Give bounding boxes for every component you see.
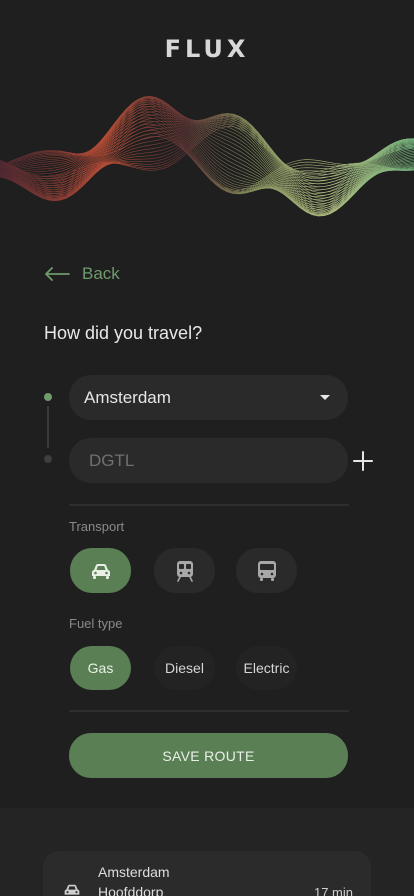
train-icon [176,560,193,582]
divider [69,710,349,712]
transport-car-button[interactable] [70,548,131,593]
route-connector [47,406,49,448]
add-stop-icon[interactable] [350,448,376,474]
origin-value: Amsterdam [84,387,171,407]
origin-dot [44,393,52,401]
transport-train-button[interactable] [154,548,215,593]
destination-dot [44,455,52,463]
fuel-gas-label: Gas [87,660,114,676]
caret-down-icon [320,395,330,400]
origin-select[interactable]: Amsterdam [69,375,348,420]
decorative-waves [0,95,414,217]
app-logo: FLUX [164,35,250,63]
route-duration: 17 min [313,885,353,896]
bus-icon [257,560,276,581]
destination-field[interactable] [69,438,348,483]
arrow-left-icon [45,267,70,281]
destination-input[interactable] [89,450,329,471]
back-button[interactable]: Back [44,264,120,284]
fuel-diesel-label: Diesel [165,660,204,676]
saved-route-card[interactable]: Amsterdam Hoofddorp 17 min [43,851,371,896]
wave-line [0,113,414,195]
save-route-button[interactable]: SAVE ROUTE [69,733,348,778]
car-icon [64,884,80,895]
fuel-electric-button[interactable]: Electric [236,646,297,690]
car-icon [91,563,110,579]
fuel-electric-label: Electric [243,660,290,676]
transport-bus-button[interactable] [236,548,297,593]
fuel-type-label: Fuel type [69,616,123,631]
back-label: Back [82,264,120,283]
route-destination: Hoofddorp [98,884,164,896]
divider [69,504,349,506]
route-origin: Amsterdam [98,864,170,880]
page-title: How did you travel? [44,323,203,343]
fuel-gas-button[interactable]: Gas [70,646,131,690]
transport-label: Transport [69,519,125,534]
fuel-diesel-button[interactable]: Diesel [154,646,215,690]
